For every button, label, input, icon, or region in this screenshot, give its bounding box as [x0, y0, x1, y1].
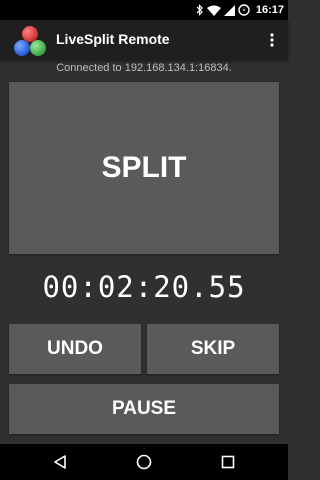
timer-display: 00:02:20.55: [42, 270, 246, 304]
bluetooth-icon: [196, 4, 204, 16]
signal-icon: [223, 4, 235, 16]
recents-icon[interactable]: [216, 450, 240, 474]
app-title: LiveSplit Remote: [56, 31, 170, 47]
app-bar: LiveSplit Remote: [0, 20, 288, 60]
status-time: 16:17: [255, 4, 284, 16]
wifi-icon: [206, 5, 221, 16]
back-icon[interactable]: [48, 450, 72, 474]
status-bar: 16:17: [0, 0, 288, 20]
overflow-menu-icon[interactable]: [262, 28, 282, 52]
undo-button[interactable]: UNDO: [9, 324, 141, 374]
split-button[interactable]: SPLIT: [9, 82, 279, 254]
status-icons: 16:17: [196, 0, 284, 20]
pause-button[interactable]: PAUSE: [9, 384, 279, 434]
home-icon[interactable]: [132, 450, 156, 474]
skip-button[interactable]: SKIP: [147, 324, 279, 374]
battery-icon: [238, 4, 250, 16]
navigation-bar: [0, 444, 288, 480]
livesplit-logo: [13, 25, 47, 57]
connection-status: Connected to 192.168.134.1:16834.: [56, 62, 232, 74]
